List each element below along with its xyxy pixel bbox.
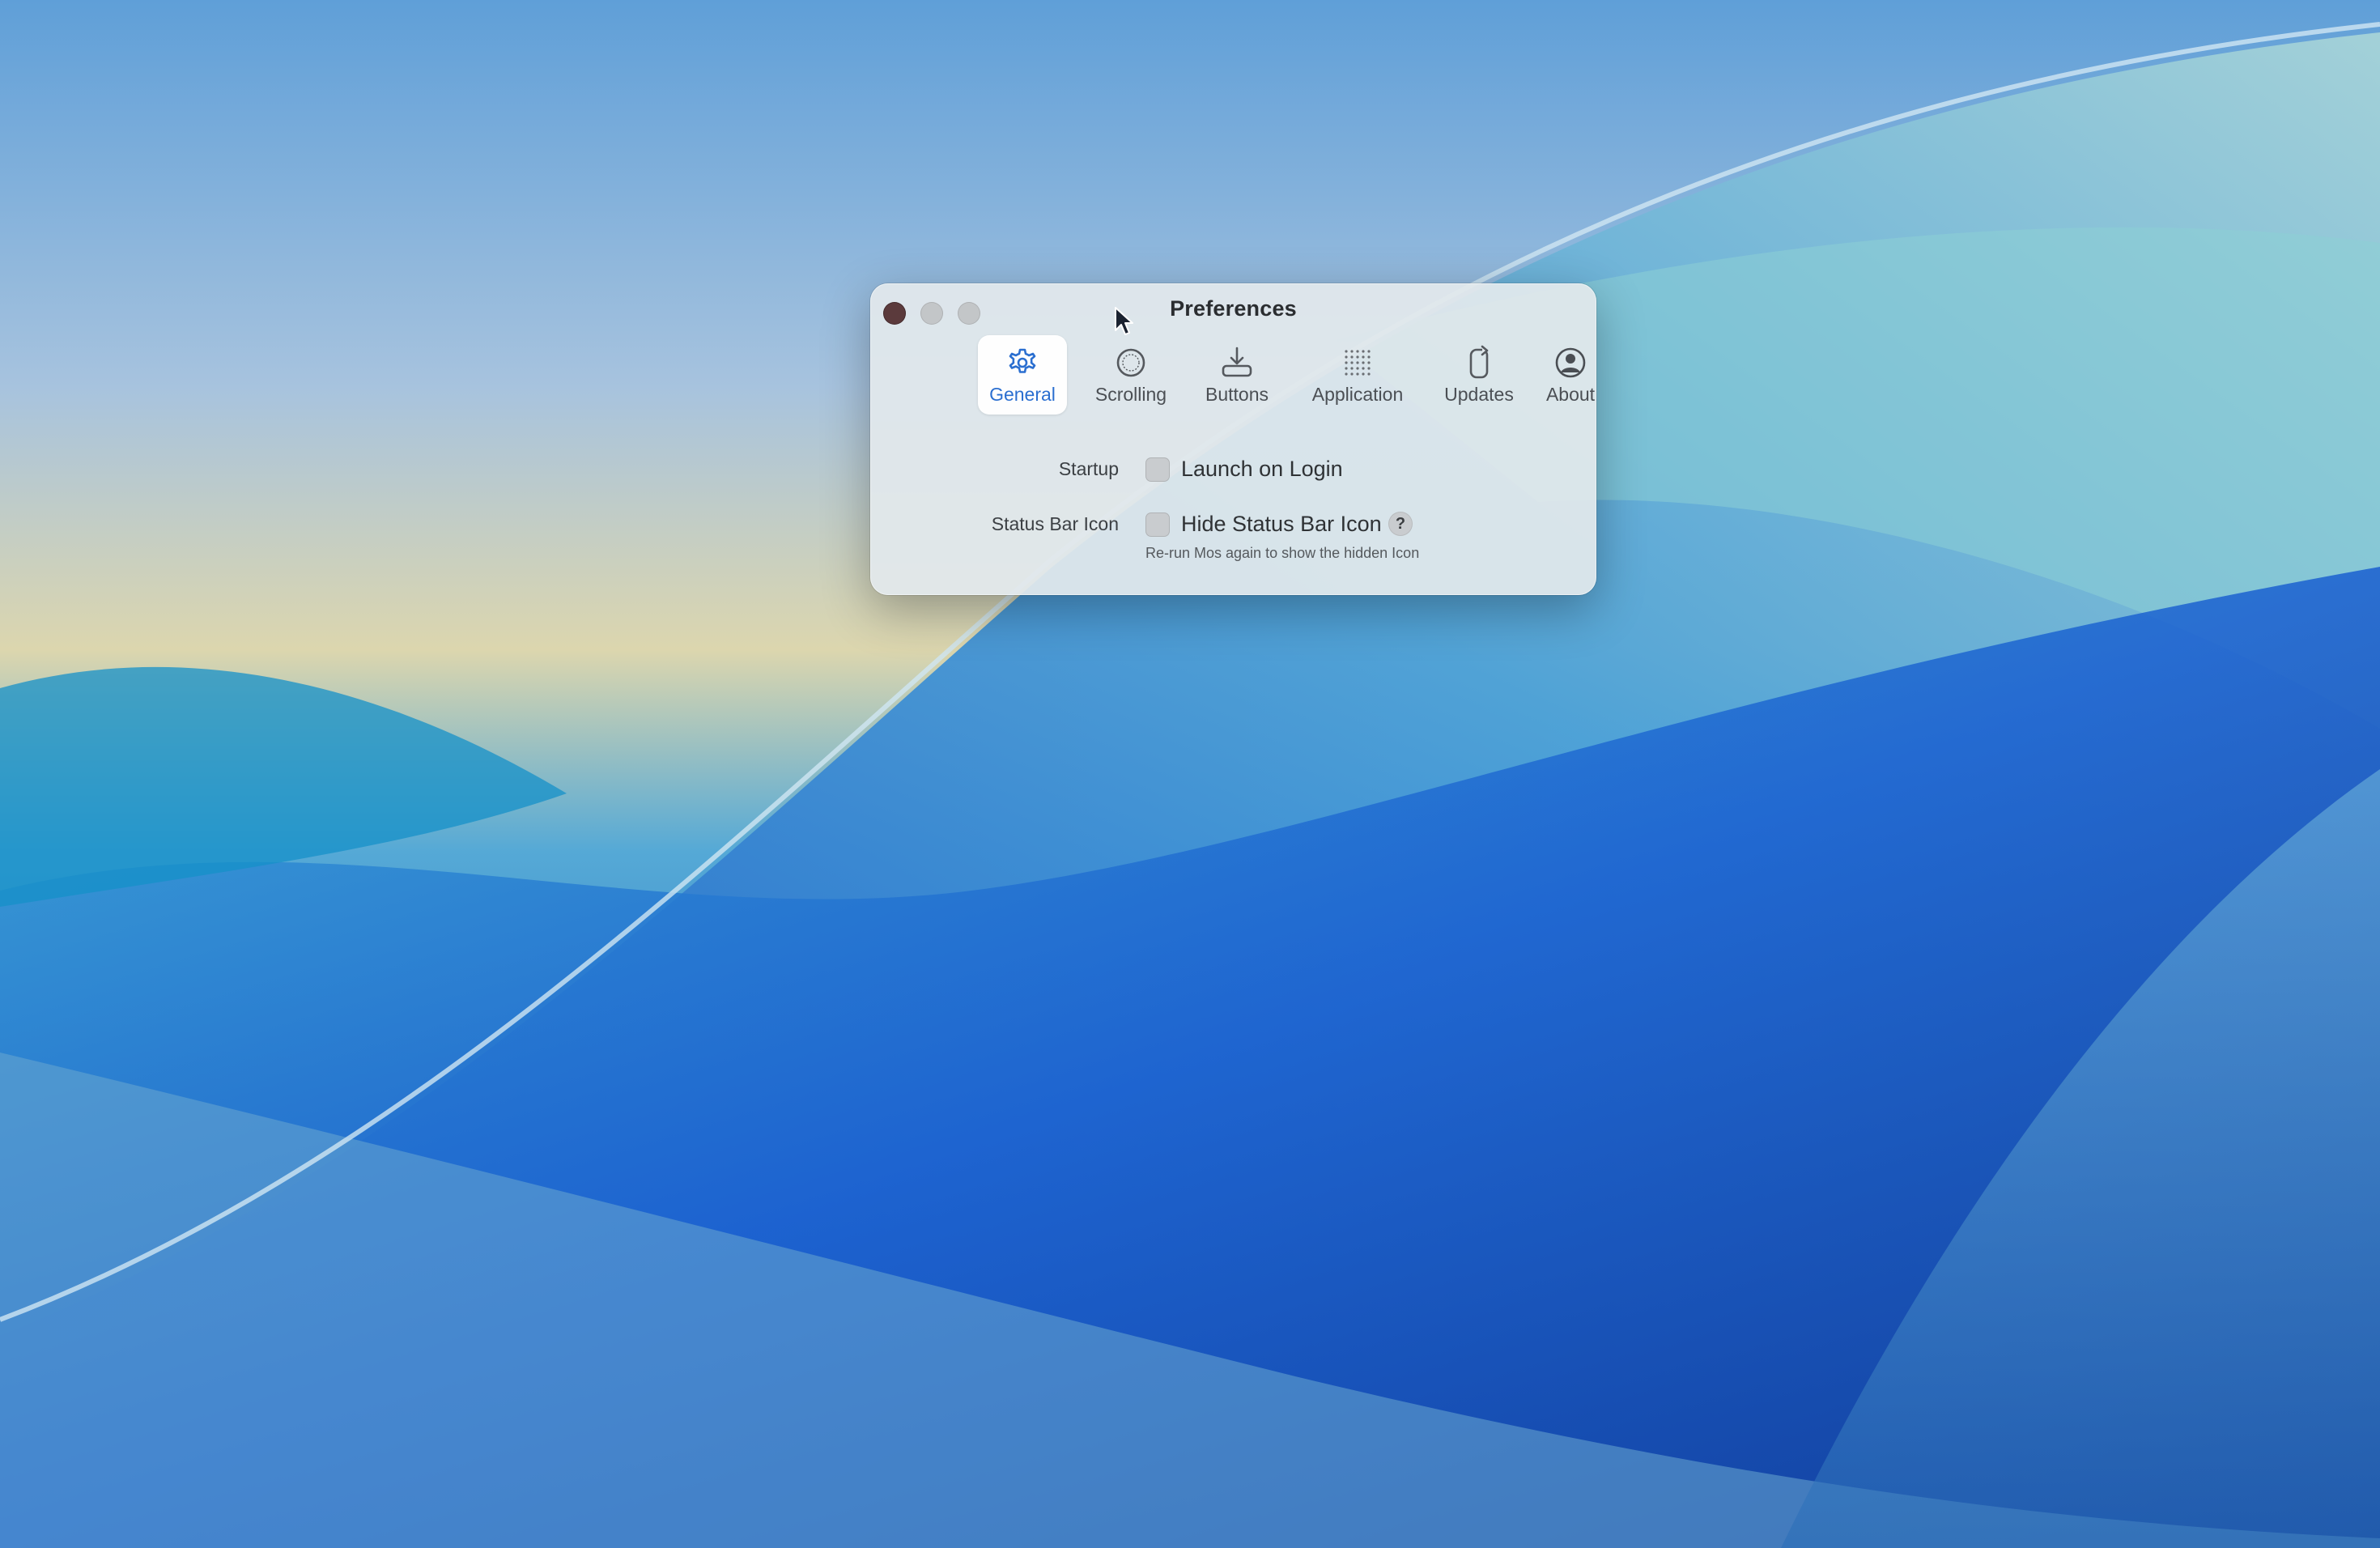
status-bar-icon-label: Status Bar Icon <box>991 513 1119 534</box>
desktop: Preferences General Scrolling Buttons Ap… <box>0 0 2380 1548</box>
launch-on-login-checkbox[interactable] <box>1145 457 1170 482</box>
hide-status-bar-icon-label[interactable]: Hide Status Bar Icon <box>1181 512 1382 537</box>
help-button[interactable]: ? <box>1388 512 1413 536</box>
mouse-pointer-icon <box>1115 307 1133 335</box>
startup-label: Startup <box>1058 458 1119 479</box>
preferences-window: Preferences General Scrolling Buttons Ap… <box>870 283 1596 595</box>
hidden-icon-hint: Re-run Mos again to show the hidden Icon <box>1145 545 1420 561</box>
launch-on-login-label[interactable]: Launch on Login <box>1181 457 1343 482</box>
general-pane: Startup Launch on Login Status Bar Icon … <box>870 283 1596 595</box>
hide-status-bar-icon-checkbox[interactable] <box>1145 512 1170 537</box>
wallpaper <box>0 0 2380 1548</box>
